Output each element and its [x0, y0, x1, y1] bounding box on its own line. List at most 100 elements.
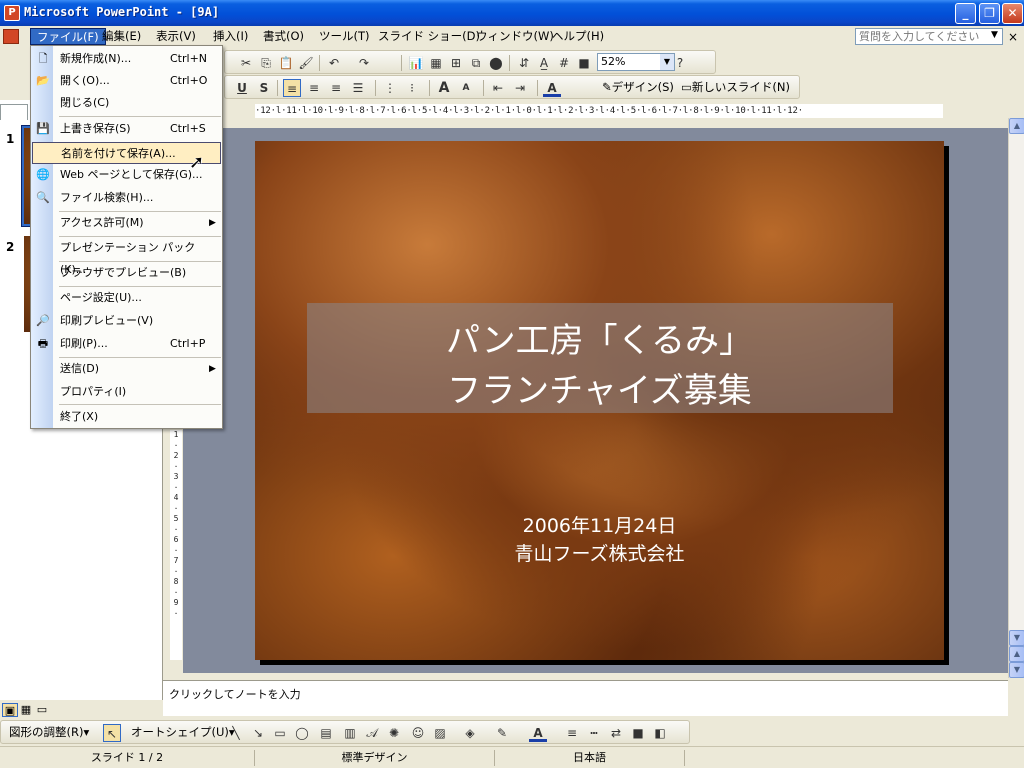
font-color-icon[interactable]: A — [543, 79, 561, 97]
document-close-icon[interactable]: × — [1008, 30, 1018, 44]
fill-color-icon[interactable]: ◈ — [461, 724, 479, 742]
design-button[interactable]: ✎デザイン(S) — [602, 77, 674, 97]
show-formatting-icon[interactable]: A̲ — [535, 54, 553, 72]
ask-dropdown-icon[interactable]: ▼ — [991, 30, 998, 40]
toolbar-separator — [537, 80, 538, 96]
slide-title-line1[interactable]: パン工房「くるみ」 — [255, 313, 944, 362]
menu-item-open[interactable]: 📂 開く(O)... Ctrl+O — [32, 70, 221, 92]
menu-item-new[interactable]: 🗋 新規作成(N)... Ctrl+N — [32, 48, 221, 70]
menu-edit[interactable]: 編集(E) — [96, 28, 147, 45]
expand-all-icon[interactable]: ⇵ — [515, 54, 533, 72]
vertical-scrollbar[interactable]: ▲ ▼ ▲ ▼ — [1008, 118, 1024, 678]
insert-table-icon[interactable]: ▦ — [427, 54, 445, 72]
shadow-style-icon[interactable]: ■ — [629, 724, 647, 742]
arrow-icon[interactable]: ↘ — [249, 724, 267, 742]
align-left-icon[interactable]: ≡ — [283, 79, 301, 97]
menu-item-web-preview[interactable]: ブラウザでプレビュー(B) — [32, 262, 221, 284]
slide-subtitle-date[interactable]: 2006年11月24日 — [255, 511, 944, 538]
menu-item-properties[interactable]: プロパティ(I) — [32, 381, 221, 403]
copy-icon[interactable]: ⎘ — [257, 54, 275, 72]
tables-borders-icon[interactable]: ⊞ — [447, 54, 465, 72]
slide-sorter-view-icon[interactable]: ▦ — [18, 703, 34, 717]
insert-diagram-icon[interactable]: ⧉ — [467, 54, 485, 72]
font-grow-icon[interactable]: A — [435, 79, 453, 97]
decrease-indent-icon[interactable]: ⇤ — [489, 79, 507, 97]
undo-icon[interactable]: ↶ — [325, 54, 343, 72]
zoom-select[interactable]: 52% ▼ — [597, 53, 675, 71]
menu-format[interactable]: 書式(O) — [257, 28, 310, 45]
underline-button[interactable]: U — [233, 79, 251, 97]
restore-button[interactable]: ❐ — [979, 3, 1000, 24]
picture-icon[interactable]: ▨ — [431, 724, 449, 742]
scroll-up-icon[interactable]: ▲ — [1009, 118, 1024, 134]
increase-indent-icon[interactable]: ⇥ — [511, 79, 529, 97]
slide-canvas[interactable]: パン工房「くるみ」 フランチャイズ募集 2006年11月24日 青山フーズ株式会… — [255, 141, 944, 660]
font-color-icon[interactable]: A — [529, 724, 547, 742]
draw-menu-button[interactable]: 図形の調整(R)▾ — [9, 722, 89, 742]
menu-item-print-preview[interactable]: 🔎 印刷プレビュー(V) — [32, 310, 221, 332]
menu-item-permission[interactable]: アクセス許可(M) ▶ — [32, 212, 221, 234]
minimize-button[interactable]: _ — [955, 3, 976, 24]
format-painter-icon[interactable]: 🖌 — [297, 54, 315, 72]
3d-style-icon[interactable]: ◧ — [651, 724, 669, 742]
paste-icon[interactable]: 📋 — [277, 54, 295, 72]
slide-subtitle-company[interactable]: 青山フーズ株式会社 — [255, 539, 944, 566]
menu-tools[interactable]: ツール(T) — [313, 28, 376, 45]
scroll-down-icon[interactable]: ▼ — [1009, 630, 1024, 646]
menu-item-print[interactable]: 🖶 印刷(P)... Ctrl+P — [32, 333, 221, 355]
menu-item-send[interactable]: 送信(D) ▶ — [32, 358, 221, 380]
slides-tab[interactable] — [0, 104, 28, 120]
close-button[interactable]: ✕ — [1002, 3, 1023, 24]
menu-item-file-search[interactable]: 🔍 ファイル検索(H)... — [32, 187, 221, 209]
menu-item-package[interactable]: プレゼンテーション パック(K)... — [32, 237, 221, 276]
previous-slide-icon[interactable]: ▲ — [1009, 646, 1024, 662]
menu-help[interactable]: ヘルプ(H) — [546, 28, 610, 45]
menu-item-page-setup[interactable]: ページ設定(U)... — [32, 287, 221, 309]
distribute-icon[interactable]: ☰ — [349, 79, 367, 97]
clipart-icon[interactable]: ☺ — [409, 724, 427, 742]
menu-file[interactable]: ファイル(F) — [30, 28, 106, 45]
notes-pane[interactable]: クリックしてノートを入力 — [163, 680, 1008, 716]
menu-item-save[interactable]: 💾 上書き保存(S) Ctrl+S — [32, 118, 221, 140]
powerpoint-app-icon[interactable]: P — [4, 5, 20, 21]
ask-question-input[interactable]: 質問を入力してください — [855, 28, 1003, 45]
arrow-style-icon[interactable]: ⇄ — [607, 724, 625, 742]
color-grayscale-icon[interactable]: ■ — [575, 54, 593, 72]
zoom-dropdown-icon[interactable]: ▼ — [660, 54, 674, 70]
line-icon[interactable]: ╲ — [227, 724, 245, 742]
dash-style-icon[interactable]: ┅ — [585, 724, 603, 742]
autoshapes-button[interactable]: オートシェイプ(U)▾ — [131, 722, 235, 742]
select-arrow-icon[interactable]: ↖ — [103, 724, 121, 742]
toolbar-separator — [429, 80, 430, 96]
bullets-icon[interactable]: ⁝ — [403, 79, 421, 97]
line-style-icon[interactable]: ≡ — [563, 724, 581, 742]
vertical-textbox-icon[interactable]: ▥ — [341, 724, 359, 742]
next-slide-icon[interactable]: ▼ — [1009, 662, 1024, 678]
numbering-icon[interactable]: ⋮ — [381, 79, 399, 97]
menu-view[interactable]: 表示(V) — [150, 28, 202, 45]
menu-slideshow[interactable]: スライド ショー(D) — [372, 28, 486, 45]
insert-chart-icon[interactable]: 📊 — [407, 54, 425, 72]
textbox-icon[interactable]: ▤ — [317, 724, 335, 742]
slideshow-view-icon[interactable]: ▭ — [34, 703, 50, 717]
menu-item-close[interactable]: 閉じる(C) — [32, 92, 221, 114]
font-shrink-icon[interactable]: A — [457, 79, 475, 97]
align-right-icon[interactable]: ≡ — [327, 79, 345, 97]
align-center-icon[interactable]: ≡ — [305, 79, 323, 97]
wordart-icon[interactable]: 𝒜 — [363, 724, 381, 742]
normal-view-icon[interactable]: ▣ — [2, 703, 18, 717]
insert-hyperlink-icon[interactable]: ⬤ — [487, 54, 505, 72]
shadow-button[interactable]: S — [255, 79, 273, 97]
rectangle-icon[interactable]: ▭ — [271, 724, 289, 742]
line-color-icon[interactable]: ✎ — [493, 724, 511, 742]
menu-item-exit[interactable]: 終了(X) — [32, 406, 221, 428]
document-icon[interactable] — [3, 29, 19, 44]
oval-icon[interactable]: ◯ — [293, 724, 311, 742]
cut-icon[interactable]: ✂ — [237, 54, 255, 72]
new-slide-button[interactable]: ▭新しいスライド(N) — [681, 77, 790, 97]
diagram-icon[interactable]: ✺ — [385, 724, 403, 742]
show-grid-icon[interactable]: # — [555, 54, 573, 72]
slide-title-line2[interactable]: フランチャイズ募集 — [255, 363, 944, 412]
menu-insert[interactable]: 挿入(I) — [207, 28, 254, 45]
redo-icon[interactable]: ↷ — [355, 54, 373, 72]
